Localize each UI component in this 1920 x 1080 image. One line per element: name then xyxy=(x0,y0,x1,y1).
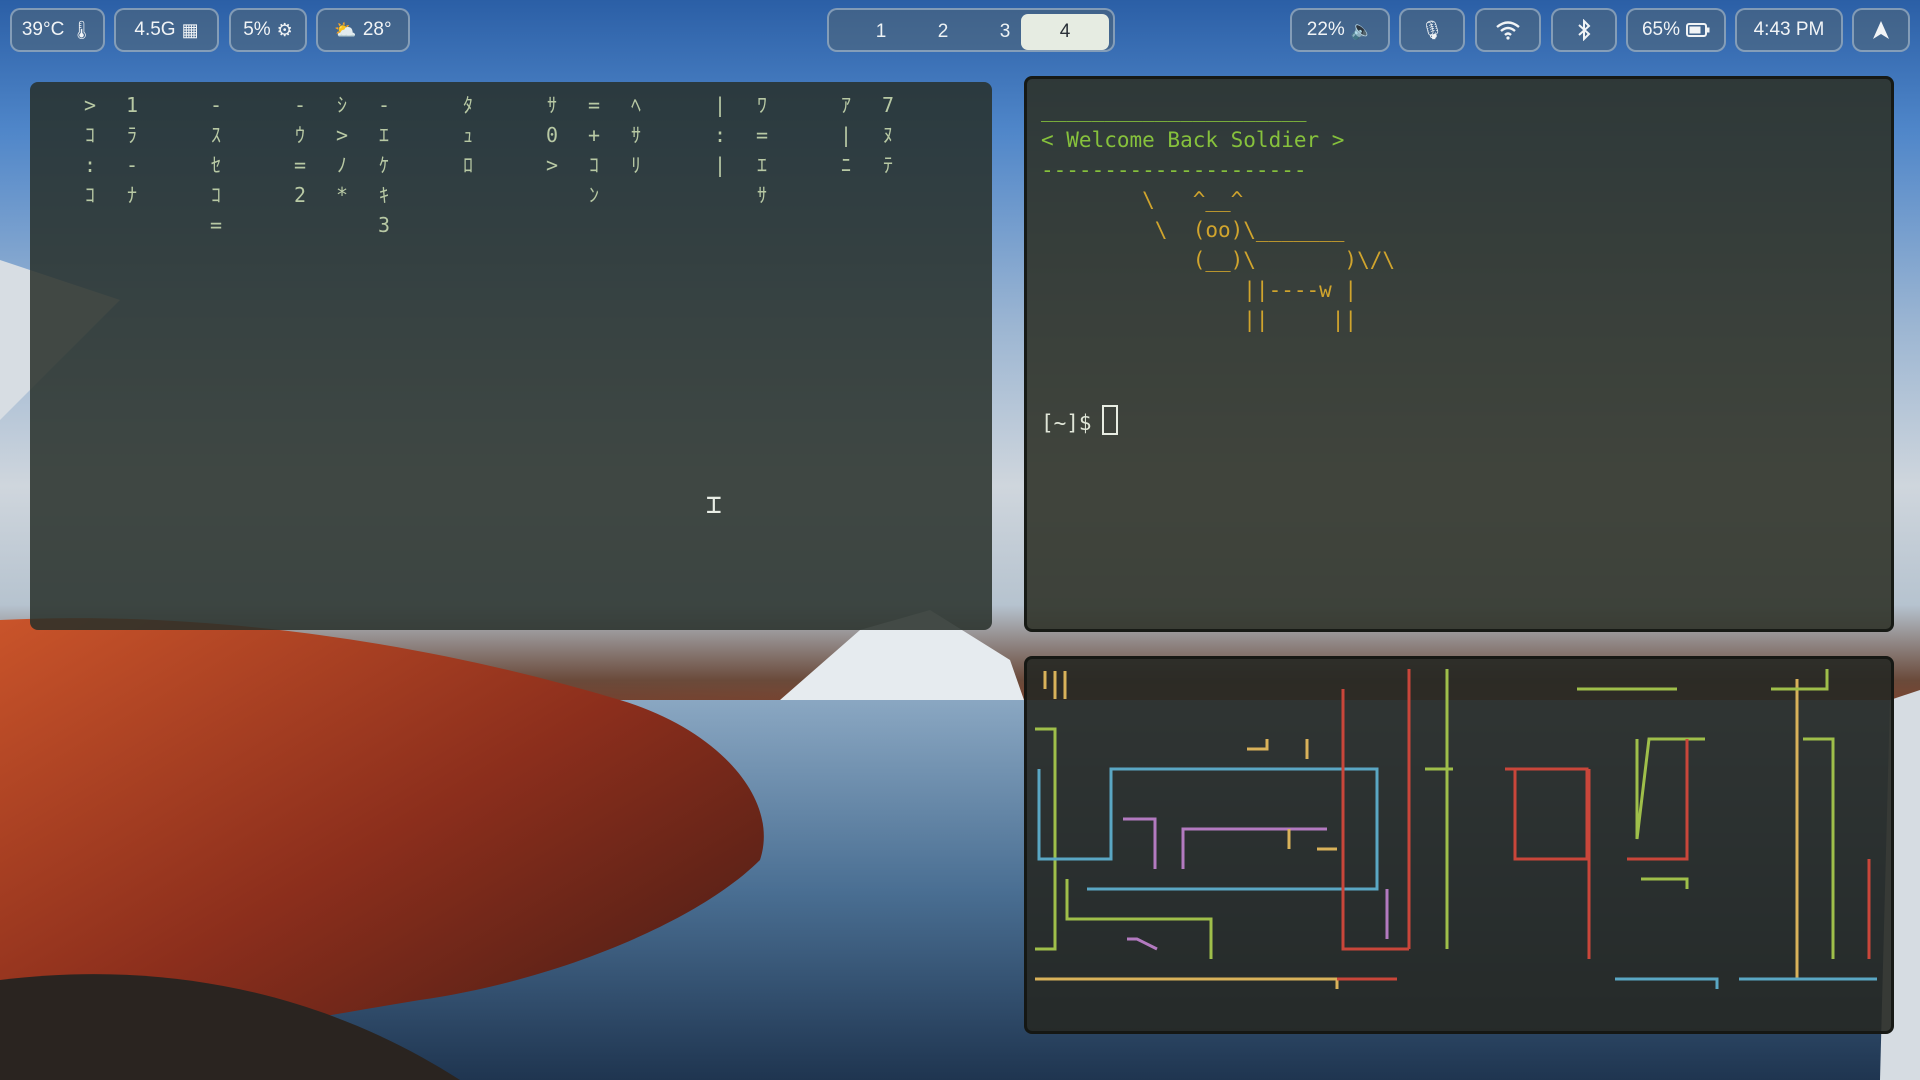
launcher-arrow-icon xyxy=(1873,21,1889,39)
battery-widget[interactable]: 65% xyxy=(1626,8,1726,52)
matrix-column: ｼ > ﾉ * xyxy=(335,93,349,207)
cowsay-output: _____________________ < Welcome Back Sol… xyxy=(1041,95,1395,335)
matrix-column xyxy=(498,90,522,120)
pipe-segment xyxy=(1425,669,1453,949)
memory-icon: ▦ xyxy=(181,19,199,40)
matrix-column: ﾍ ｻ ﾘ xyxy=(631,93,641,177)
pipe-segment xyxy=(1287,829,1337,851)
pipe-segment xyxy=(1123,817,1327,869)
matrix-column: 1 ﾗ - ﾅ xyxy=(125,93,139,207)
matrix-column: > ｺ : ｺ xyxy=(83,93,97,207)
pipe-segment xyxy=(1771,669,1829,691)
banner-top: _____________________ xyxy=(1041,98,1307,122)
pipe-segment xyxy=(1505,767,1589,861)
workspace-4[interactable]: 4 xyxy=(1021,14,1109,50)
volume-widget[interactable]: 22% 🔈 xyxy=(1290,8,1390,52)
clock-widget[interactable]: 4:43 PM xyxy=(1735,8,1843,52)
temperature-value: 39°C xyxy=(21,19,65,40)
matrix-column: ﾜ = ｴ ｻ xyxy=(755,93,769,207)
cow-line-1: \ ^__^ xyxy=(1041,188,1244,212)
microphone-icon: 🎙 xyxy=(1420,19,1444,40)
pipe-segment xyxy=(1065,879,1213,959)
shell-prompt[interactable]: [~]$ xyxy=(1041,405,1118,435)
matrix-column: = + ｺ ﾝ xyxy=(587,93,601,207)
wifi-button[interactable] xyxy=(1475,8,1541,52)
pipe-segment xyxy=(1247,739,1309,759)
banner-text: < Welcome Back Soldier > xyxy=(1041,128,1345,152)
mic-button[interactable]: 🎙 xyxy=(1399,8,1465,52)
launcher-button[interactable] xyxy=(1852,8,1910,52)
matrix-column: ｱ | ﾆ xyxy=(839,93,853,177)
matrix-column: - ｳ = 2 xyxy=(293,93,307,207)
bluetooth-icon xyxy=(1578,19,1591,41)
clock-value: 4:43 PM xyxy=(1753,19,1825,40)
matrix-column: ｻ 0 > xyxy=(545,93,559,177)
matrix-column xyxy=(414,90,438,120)
memory-widget[interactable]: 4.5G ▦ xyxy=(114,8,219,52)
matrix-column: 7 ﾇ ﾃ xyxy=(881,93,895,177)
banner-bottom: --------------------- xyxy=(1041,158,1307,182)
memory-value: 4.5G xyxy=(134,19,176,40)
pipes-animation xyxy=(1035,669,1877,989)
status-bar: 39°C 🌡 4.5G ▦ 5% ⚙ ⛅ 28° 1 2 3 4 22% 🔈 🎙 xyxy=(10,8,1910,54)
matrix-column xyxy=(666,90,690,120)
pipe-segment xyxy=(1803,737,1835,959)
terminal-cursor xyxy=(1101,405,1118,435)
pipe-segment xyxy=(1635,737,1705,840)
pipe-segment xyxy=(1043,671,1067,699)
matrix-column: - ｽ ｾ ｺ = xyxy=(209,93,223,237)
terminal-window[interactable]: _____________________ < Welcome Back Sol… xyxy=(1024,76,1894,632)
pipe-segment xyxy=(1035,977,1339,989)
matrix-column xyxy=(246,90,270,120)
matrix-rain-window[interactable]: > ｺ : ｺ 1 ﾗ - ﾅ - ｽ ｾ ｺ = - ｳ = 2 ｼ > ﾉ * -… xyxy=(30,82,992,630)
cpu-widget[interactable]: 5% ⚙ xyxy=(229,8,307,52)
matrix-column: - ｴ ｹ ｷ 3 xyxy=(377,93,391,237)
prompt-text: [~]$ xyxy=(1041,411,1092,435)
cpu-value: 5% xyxy=(243,19,271,40)
cow-line-2: \ (oo)\_______ xyxy=(1041,218,1345,242)
matrix-column: ﾀ ｭ ﾛ xyxy=(463,93,473,177)
sun-cloud-icon: ⛅ xyxy=(334,19,357,40)
volume-value: 22% xyxy=(1306,19,1345,40)
speaker-icon: 🔈 xyxy=(1350,19,1374,40)
cpu-chip-icon: ⚙ xyxy=(276,19,293,40)
pipes-screensaver-window[interactable] xyxy=(1024,656,1894,1034)
cow-line-3: (__)\ )\/\ xyxy=(1041,248,1396,272)
pipe-segment xyxy=(1127,937,1158,951)
matrix-column xyxy=(162,90,186,120)
battery-icon xyxy=(1686,23,1710,37)
matrix-column xyxy=(792,90,816,120)
workspace-switcher: 1 2 3 4 xyxy=(827,8,1115,52)
thermometer-icon: 🌡 xyxy=(70,19,94,40)
text-cursor-icon: ⌶ xyxy=(706,490,722,520)
pipe-segment xyxy=(1615,977,1877,989)
pipe-segment xyxy=(1641,877,1689,889)
wifi-icon xyxy=(1496,21,1520,40)
weather-value: 28° xyxy=(362,19,392,40)
battery-value: 65% xyxy=(1641,19,1681,40)
temperature-widget[interactable]: 39°C 🌡 xyxy=(10,8,105,52)
cow-line-5: || || xyxy=(1041,308,1358,332)
matrix-column: | : | xyxy=(713,93,727,177)
weather-widget[interactable]: ⛅ 28° xyxy=(316,8,410,52)
bluetooth-button[interactable] xyxy=(1551,8,1617,52)
cow-line-4: ||----w | xyxy=(1041,278,1358,302)
